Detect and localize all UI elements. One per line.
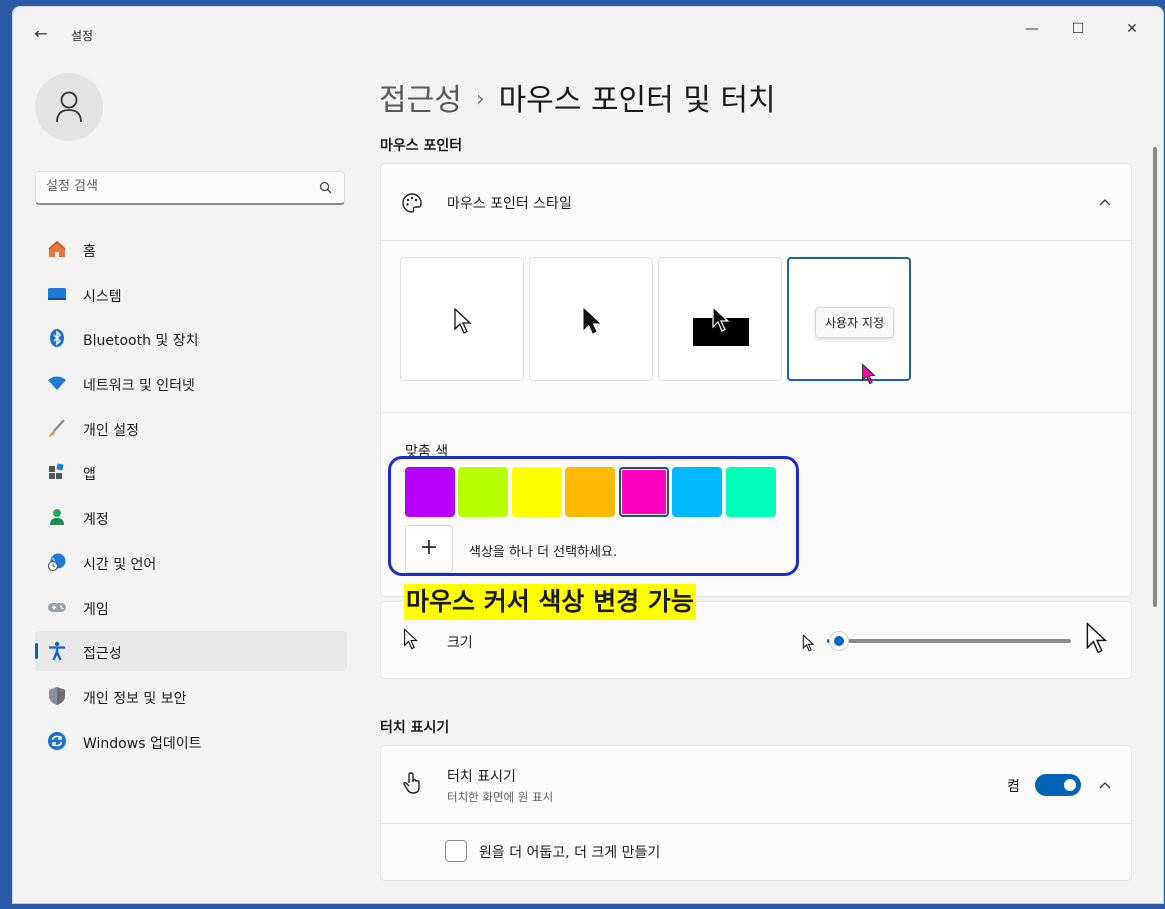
sidebar-item-label: 개인 정보 및 보안 <box>83 690 187 707</box>
pointer-style-options: 사용자 지정 <box>381 241 1131 413</box>
sidebar-nav: 홈 시스템 Bluetooth 및 장치 네트워크 및 인터넷 개인 설정 앱 … <box>35 229 347 765</box>
touch-indicator-toggle[interactable] <box>1035 774 1081 796</box>
annotation-banner: 마우스 커서 색상 변경 가능 <box>404 584 696 620</box>
sidebar-item-label: 시스템 <box>83 288 122 305</box>
network-icon <box>48 376 66 391</box>
style-black-option[interactable] <box>529 257 653 381</box>
search-input[interactable] <box>46 179 306 194</box>
sidebar-item-windows-update[interactable]: Windows 업데이트 <box>35 721 347 761</box>
touch-indicator-subtitle: 터치한 화면에 원 표시 <box>447 790 554 804</box>
pointer-style-header[interactable]: 마우스 포인터 스타일 <box>381 164 1131 241</box>
pointer-style-title: 마우스 포인터 스타일 <box>447 196 572 212</box>
touch-indicator-title: 터치 표시기 <box>447 769 516 785</box>
inverted-cursor-icon <box>712 306 730 332</box>
touch-icon <box>403 772 420 794</box>
chevron-up-icon[interactable] <box>1099 781 1111 789</box>
size-slider-thumb-dot <box>834 636 844 646</box>
sidebar-item-bluetooth[interactable]: Bluetooth 및 장치 <box>35 318 347 358</box>
breadcrumb-separator: › <box>475 87 485 112</box>
accessibility-icon <box>49 641 65 661</box>
toggle-knob <box>1064 779 1076 791</box>
magenta-cursor-icon <box>862 363 876 385</box>
sidebar-item-apps[interactable]: 앱 <box>35 452 347 492</box>
custom-tooltip: 사용자 지정 <box>815 307 895 338</box>
palette-icon <box>402 193 422 213</box>
brush-icon <box>49 419 65 437</box>
page-title: 접근성 › 마우스 포인터 및 터치 <box>379 75 776 119</box>
sidebar-item-home[interactable]: 홈 <box>35 229 347 269</box>
bluetooth-icon <box>50 329 64 348</box>
shield-icon <box>49 686 65 705</box>
minimize-button[interactable]: — <box>1009 17 1055 41</box>
titlebar: ← 설정 — ☐ ✕ <box>13 7 1163 55</box>
globe-clock-icon <box>47 553 66 571</box>
size-slider-thumb[interactable] <box>829 631 849 651</box>
style-inverted-option[interactable] <box>658 257 782 381</box>
sidebar-item-accessibility[interactable]: 접근성 <box>35 631 347 672</box>
maximize-button[interactable]: ☐ <box>1055 17 1101 41</box>
sidebar-item-label: Bluetooth 및 장치 <box>83 333 199 350</box>
sidebar-item-network[interactable]: 네트워크 및 인터넷 <box>35 363 347 403</box>
annotation-highlight-box <box>388 456 799 576</box>
apps-icon <box>49 463 64 480</box>
search-icon[interactable] <box>319 181 332 194</box>
gamepad-icon <box>48 602 66 612</box>
sidebar-item-label: 개인 설정 <box>83 422 139 439</box>
user-icon <box>56 91 82 123</box>
white-cursor-icon <box>454 308 472 334</box>
sidebar-item-label: Windows 업데이트 <box>83 735 202 752</box>
search-box[interactable] <box>35 171 345 205</box>
system-icon <box>48 287 66 300</box>
size-slider-track[interactable] <box>827 639 1071 643</box>
breadcrumb-parent[interactable]: 접근성 <box>379 83 462 118</box>
sidebar-item-accounts[interactable]: 계정 <box>35 497 347 537</box>
sidebar-item-label: 홈 <box>83 244 96 260</box>
size-label: 크기 <box>447 635 473 651</box>
touch-card: 터치 표시기 터치한 화면에 원 표시 켬 원을 더 어둡고, 더 크게 만들기 <box>380 745 1132 881</box>
sidebar-item-time-language[interactable]: 시간 및 언어 <box>35 542 347 582</box>
sidebar-item-label: 앱 <box>83 467 96 484</box>
sidebar-item-label: 시간 및 언어 <box>83 556 157 573</box>
close-button[interactable]: ✕ <box>1109 17 1155 41</box>
touch-section-label: 터치 표시기 <box>380 720 450 736</box>
sidebar-item-system[interactable]: 시스템 <box>35 274 347 314</box>
avatar[interactable] <box>35 73 103 141</box>
darker-larger-checkbox[interactable] <box>445 840 467 862</box>
home-icon <box>48 241 66 257</box>
active-indicator <box>35 643 38 660</box>
black-cursor-icon <box>583 308 601 334</box>
sidebar-item-privacy[interactable]: 개인 정보 및 보안 <box>35 676 347 716</box>
style-custom-option[interactable]: 사용자 지정 <box>787 257 911 385</box>
size-cursor-icon <box>404 628 419 650</box>
toggle-state-label: 켬 <box>1007 779 1020 795</box>
app-title: 설정 <box>71 29 94 43</box>
small-cursor-icon <box>802 634 815 652</box>
scrollbar[interactable] <box>1153 147 1157 607</box>
sidebar-item-label: 게임 <box>83 601 109 618</box>
account-icon <box>50 509 64 526</box>
sidebar-item-label: 계정 <box>83 512 109 529</box>
back-button[interactable]: ← <box>29 24 53 44</box>
sidebar-item-label: 네트워크 및 인터넷 <box>83 378 195 395</box>
darker-larger-row: 원을 더 어둡고, 더 크게 만들기 <box>381 824 1131 880</box>
touch-indicator-row[interactable]: 터치 표시기 터치한 화면에 원 표시 켬 <box>381 746 1131 824</box>
breadcrumb-current: 마우스 포인터 및 터치 <box>498 83 776 118</box>
sidebar-item-label: 접근성 <box>83 646 122 663</box>
darker-larger-label[interactable]: 원을 더 어둡고, 더 크게 만들기 <box>479 842 660 862</box>
sidebar-item-personalization[interactable]: 개인 설정 <box>35 408 347 448</box>
update-icon <box>48 731 66 750</box>
style-white-option[interactable] <box>400 257 524 381</box>
sidebar-item-gaming[interactable]: 게임 <box>35 587 347 627</box>
settings-window: ← 설정 — ☐ ✕ 홈 시스템 Bluetooth 및 장치 <box>12 6 1164 904</box>
large-cursor-icon <box>1086 622 1108 654</box>
mouse-pointer-section-label: 마우스 포인터 <box>380 138 463 154</box>
chevron-up-icon[interactable] <box>1099 198 1111 206</box>
